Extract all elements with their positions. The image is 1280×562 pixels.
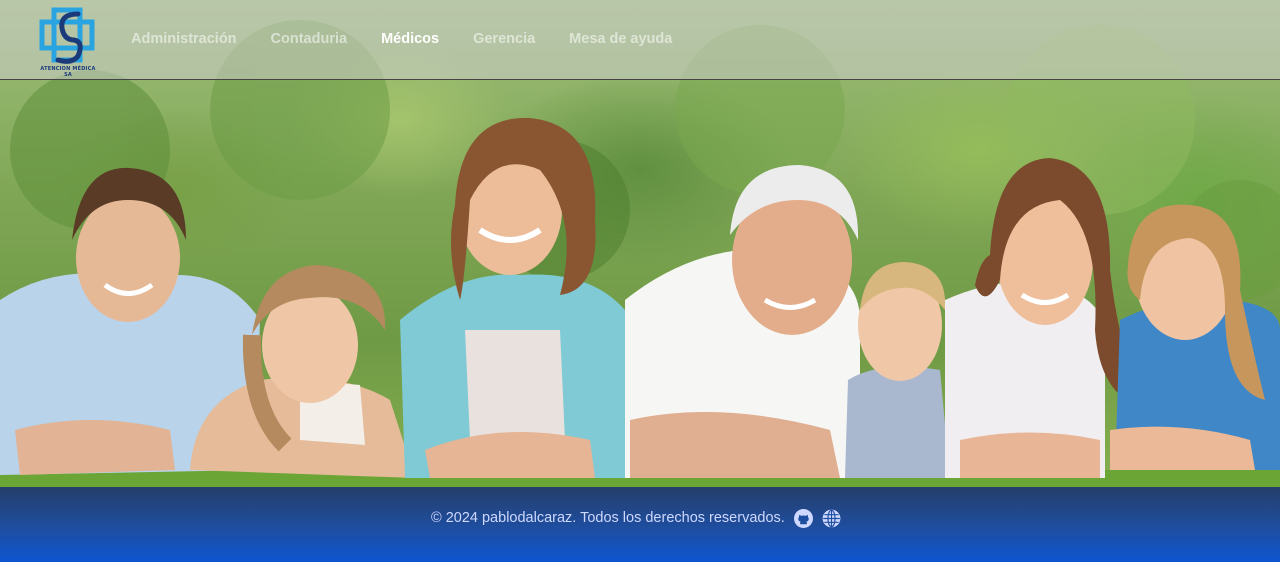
github-icon[interactable] <box>793 508 813 528</box>
nav-link-administracion[interactable]: Administración <box>131 31 237 47</box>
nav-link-mesa-de-ayuda[interactable]: Mesa de ayuda <box>569 31 672 47</box>
medical-cross-logo[interactable] <box>36 6 100 74</box>
footer-content: © 2024 pablodalcaraz. Todos los derechos… <box>431 507 841 529</box>
top-navbar: ATENCION MÉDICA SA Administración Contad… <box>0 0 1280 80</box>
nav-link-medicos[interactable]: Médicos <box>381 31 439 47</box>
main-nav: Administración Contaduria Médicos Gerenc… <box>131 31 706 47</box>
nav-link-contaduria[interactable]: Contaduria <box>271 31 348 47</box>
page-footer: © 2024 pablodalcaraz. Todos los derechos… <box>0 487 1280 562</box>
globe-icon[interactable] <box>822 509 841 528</box>
copyright-text: © 2024 pablodalcaraz. Todos los derechos… <box>431 510 785 526</box>
logo-caption: ATENCION MÉDICA SA <box>40 66 96 78</box>
nav-link-gerencia[interactable]: Gerencia <box>473 31 535 47</box>
